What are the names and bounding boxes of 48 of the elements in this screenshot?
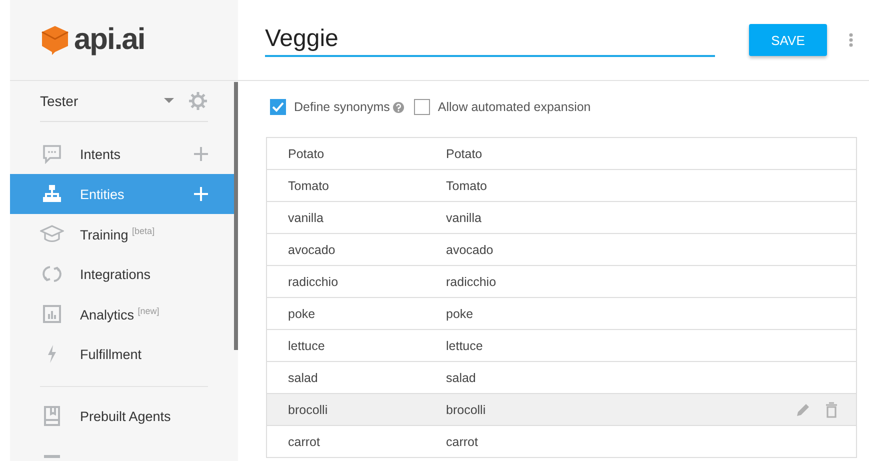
entity-value: avocado xyxy=(288,242,336,256)
synonyms-cell-text: salad xyxy=(446,370,477,384)
nav-item[interactable]: Training $^{[beta]}$ xyxy=(10,214,238,254)
checkbox-label: Allow automated expansion xyxy=(438,100,591,114)
entity-value: poke xyxy=(288,306,316,320)
synonyms-cell-text: poke xyxy=(446,306,474,320)
synonyms-cell-text: brocolli xyxy=(446,402,487,416)
synonyms-cell-text: Potato xyxy=(446,146,484,160)
checkbox-label: Define synonyms xyxy=(294,100,390,114)
nav-item[interactable]: Intents xyxy=(10,134,238,174)
hierarchy-icon xyxy=(42,184,62,204)
synonyms-cell-text: vanilla xyxy=(446,210,482,224)
entity-value: brocolli xyxy=(288,402,329,416)
entity-value: Tomato xyxy=(288,178,330,192)
entity-value: radicchio xyxy=(288,274,340,288)
more-options-icon[interactable] xyxy=(849,33,853,47)
logo-text: api.ai xyxy=(74,23,145,57)
nav-item[interactable]: Integrations xyxy=(10,254,238,294)
checkbox[interactable] xyxy=(270,99,286,115)
synonyms-cell-text: radicchio xyxy=(446,274,498,288)
entity-value: Potato xyxy=(288,146,326,160)
delete-icon[interactable] xyxy=(825,402,838,418)
checkbox[interactable] xyxy=(414,99,430,115)
synonyms-cell-text: lettuce xyxy=(446,338,484,352)
nav-item[interactable]: Analytics $^{[new]}$ xyxy=(10,294,238,334)
chart-icon xyxy=(42,304,62,324)
synonyms-cell-text: Tomato xyxy=(446,178,488,192)
synonyms-cell-text: avocado xyxy=(446,242,494,256)
lightning-icon xyxy=(45,344,59,364)
entity-value: salad xyxy=(288,370,319,384)
edit-icon[interactable] xyxy=(795,402,811,418)
entity-value: vanilla xyxy=(288,210,324,224)
entity-value: carrot xyxy=(288,434,321,448)
minus-icon xyxy=(44,454,60,458)
nav-item[interactable]: Fulfillment xyxy=(10,334,238,374)
help-icon[interactable] xyxy=(392,102,404,112)
settings-icon[interactable] xyxy=(188,91,208,111)
synonyms-cell-text: carrot xyxy=(446,434,479,448)
sync-icon xyxy=(42,264,62,284)
book-icon xyxy=(43,406,61,426)
logo-icon xyxy=(40,24,70,56)
graduation-cap-icon xyxy=(40,225,64,243)
add-icon[interactable] xyxy=(194,147,208,161)
agent-name[interactable]: Tester xyxy=(40,93,164,109)
chat-icon xyxy=(42,144,62,164)
entity-name-field[interactable]: Veggie xyxy=(265,23,715,57)
entity-value: lettuce xyxy=(288,338,326,352)
dropdown-caret-icon[interactable] xyxy=(164,98,174,104)
